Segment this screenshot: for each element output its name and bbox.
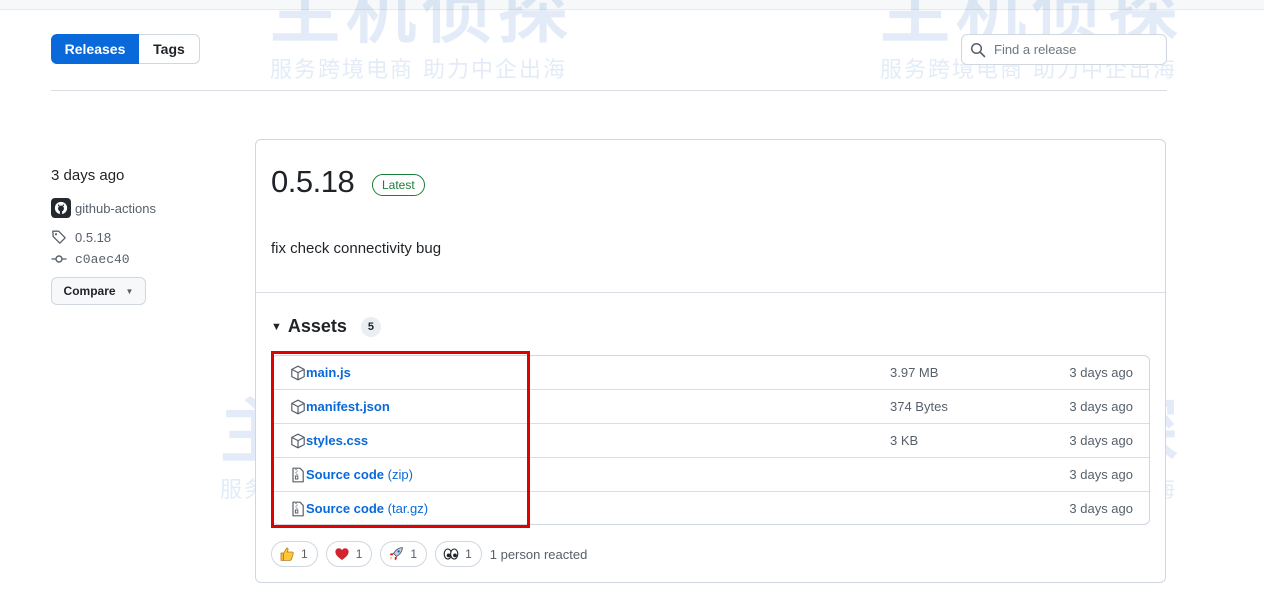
asset-date: 3 days ago: [1069, 433, 1133, 448]
file-zip-icon: [290, 501, 306, 517]
github-icon: [54, 201, 68, 215]
watermark: 主机侦探 服务跨境电商 助力中企出海: [270, 0, 574, 83]
release-tabs: Releases Tags: [51, 34, 200, 64]
release-search[interactable]: [961, 34, 1167, 65]
asset-link[interactable]: manifest.json: [306, 399, 390, 414]
top-bar: [0, 0, 1264, 10]
reaction-heart[interactable]: 1: [325, 541, 373, 567]
reactions-bar: 1 1 1 1 1 person reacted: [271, 541, 587, 567]
tag-label[interactable]: 0.5.18: [75, 230, 111, 245]
release-card: 0.5.18 Latest fix check connectivity bug…: [255, 139, 1166, 583]
asset-date: 3 days ago: [1069, 501, 1133, 516]
asset-row: manifest.json 374 Bytes 3 days ago: [272, 389, 1149, 423]
asset-row: Source code (zip) 3 days ago: [272, 457, 1149, 491]
asset-link[interactable]: styles.css: [306, 433, 368, 448]
commit-icon: [51, 251, 67, 267]
reaction-summary: 1 person reacted: [489, 546, 588, 562]
asset-row: styles.css 3 KB 3 days ago: [272, 423, 1149, 457]
commit-sha[interactable]: c0aec40: [75, 252, 130, 267]
chevron-down-icon: ▼: [125, 286, 134, 296]
author-name[interactable]: github-actions: [75, 201, 156, 216]
compare-button[interactable]: Compare ▼: [51, 277, 146, 305]
package-icon: [290, 365, 306, 381]
asset-row: Source code (tar.gz) 3 days ago: [272, 491, 1149, 525]
compare-label: Compare: [63, 284, 116, 298]
tab-releases[interactable]: Releases: [51, 34, 139, 64]
asset-size: 374 Bytes: [890, 399, 948, 414]
reaction-count: 1: [355, 547, 363, 561]
divider: [51, 90, 1167, 91]
release-notes: fix check connectivity bug: [271, 240, 442, 257]
assets-count-badge: 5: [360, 316, 381, 337]
rocket-icon: [389, 547, 404, 561]
assets-toggle[interactable]: ▼ Assets 5: [271, 316, 381, 337]
reaction-thumbs-up[interactable]: 1: [271, 541, 318, 567]
asset-link[interactable]: main.js: [306, 365, 351, 380]
asset-date: 3 days ago: [1069, 399, 1133, 414]
heart-icon: [335, 548, 349, 560]
eyes-icon: [443, 548, 459, 560]
reaction-count: 1: [410, 547, 418, 561]
assets-title: Assets: [287, 316, 347, 336]
search-icon: [970, 42, 986, 57]
tag-icon: [51, 229, 67, 245]
asset-list: main.js 3.97 MB 3 days ago manifest.json…: [271, 355, 1150, 525]
source-code-zip-link[interactable]: Source code (zip): [306, 467, 413, 482]
reaction-count: 1: [301, 547, 308, 561]
release-date: 3 days ago: [51, 167, 125, 184]
avatar: [51, 198, 71, 218]
package-icon: [290, 399, 306, 415]
asset-size: 3 KB: [890, 433, 919, 448]
release-author[interactable]: github-actions: [51, 198, 156, 218]
tab-tags[interactable]: Tags: [139, 34, 200, 64]
package-icon: [290, 433, 306, 449]
asset-row: main.js 3.97 MB 3 days ago: [272, 356, 1149, 389]
release-tag[interactable]: 0.5.18: [51, 229, 111, 245]
asset-date: 3 days ago: [1069, 365, 1133, 380]
reaction-rocket[interactable]: 1: [380, 541, 428, 567]
release-commit[interactable]: c0aec40: [51, 251, 130, 267]
search-input[interactable]: [992, 41, 1166, 58]
divider: [256, 292, 1165, 293]
asset-size: 3.97 MB: [890, 365, 939, 380]
reaction-eyes[interactable]: 1: [435, 541, 482, 567]
triangle-down-icon: ▼: [271, 320, 282, 333]
asset-date: 3 days ago: [1069, 467, 1133, 482]
thumbs-up-icon: [280, 547, 294, 561]
reaction-count: 1: [465, 547, 472, 561]
file-zip-icon: [290, 467, 306, 483]
release-version[interactable]: 0.5.18: [271, 164, 355, 200]
source-code-targz-link[interactable]: Source code (tar.gz): [306, 501, 428, 516]
latest-badge: Latest: [372, 174, 425, 196]
